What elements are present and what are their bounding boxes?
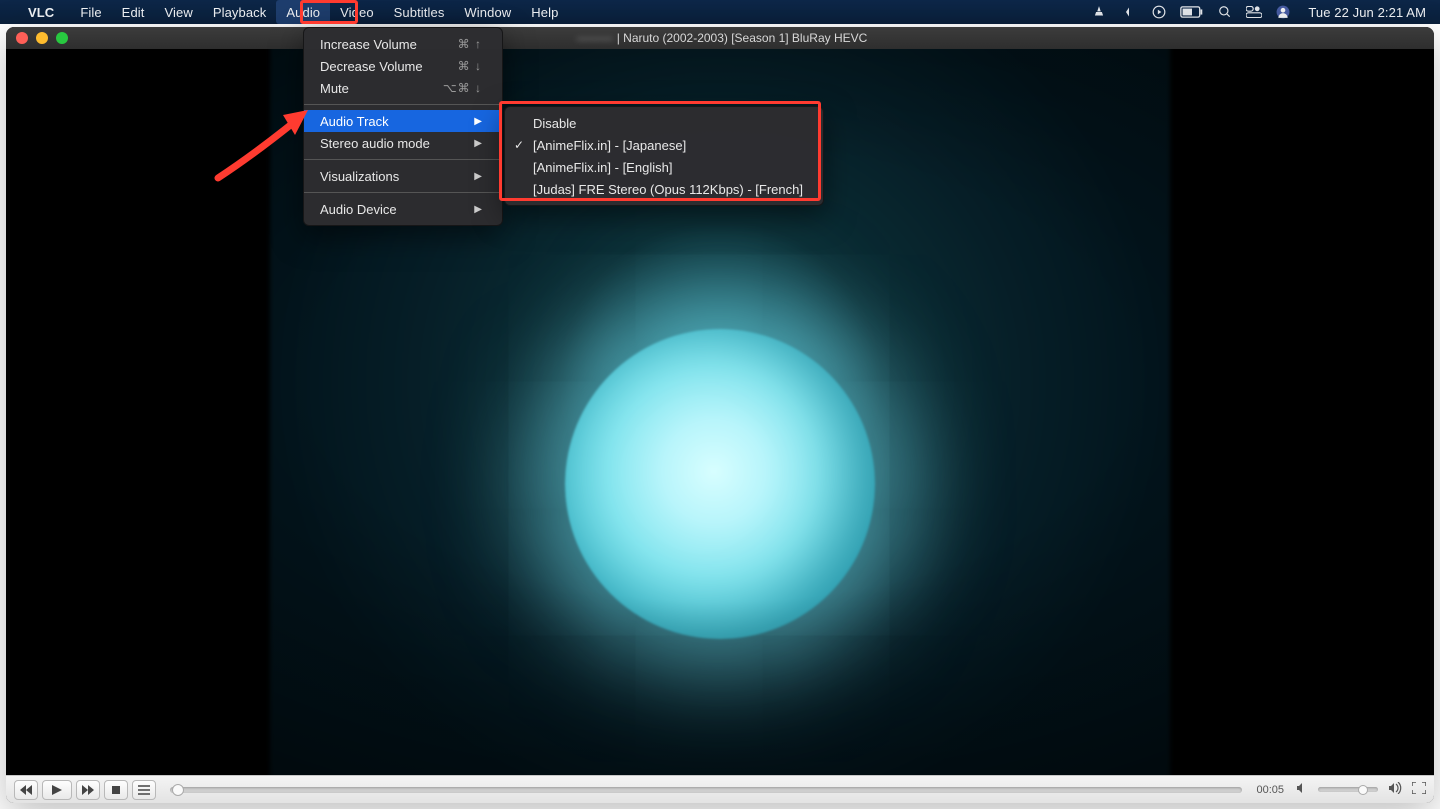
menu-view[interactable]: View	[154, 0, 202, 24]
stop-button[interactable]	[104, 780, 128, 800]
menu-audio[interactable]: Audio	[276, 0, 330, 24]
chevron-right-icon: ▶	[474, 171, 482, 182]
menu-item-increase-volume[interactable]: Increase Volume⌘ ↑	[304, 33, 502, 55]
playlist-button[interactable]	[132, 780, 156, 800]
app-name[interactable]: VLC	[28, 5, 54, 20]
track-option-japanese[interactable]: ✓ [AnimeFlix.in] - [Japanese]	[505, 134, 823, 156]
checkmark-icon: ✓	[514, 138, 524, 152]
battery-icon[interactable]	[1180, 6, 1204, 18]
menu-item-decrease-volume[interactable]: Decrease Volume⌘ ↓	[304, 55, 502, 77]
window-zoom-button[interactable]	[56, 32, 68, 44]
menu-item-stereo-mode[interactable]: Stereo audio mode▶	[304, 132, 502, 154]
user-status-icon[interactable]	[1276, 5, 1290, 19]
seek-knob[interactable]	[172, 784, 184, 796]
fullscreen-button[interactable]	[1412, 782, 1426, 797]
menubar-clock[interactable]: Tue 22 Jun 2:21 AM	[1308, 5, 1426, 20]
video-pillarbox	[1368, 49, 1434, 775]
volume-knob[interactable]	[1358, 785, 1368, 795]
menu-subtitles[interactable]: Subtitles	[384, 0, 455, 24]
status-icon[interactable]	[1120, 6, 1138, 18]
track-option-disable[interactable]: Disable	[505, 112, 823, 134]
window-title: ———| Naruto (2002-2003) [Season 1] BluRa…	[6, 31, 1434, 45]
chevron-right-icon: ▶	[474, 138, 482, 149]
menu-video[interactable]: Video	[330, 0, 384, 24]
volume-high-icon[interactable]	[1388, 782, 1402, 797]
menu-help[interactable]: Help	[521, 0, 568, 24]
menu-item-audio-track[interactable]: Audio Track▶	[304, 110, 502, 132]
chevron-right-icon: ▶	[474, 204, 482, 215]
audio-dropdown-menu: Increase Volume⌘ ↑ Decrease Volume⌘ ↓ Mu…	[303, 27, 503, 226]
menu-window[interactable]: Window	[454, 0, 521, 24]
menu-playback[interactable]: Playback	[203, 0, 277, 24]
macos-menubar: VLC File Edit View Playback Audio Video …	[0, 0, 1440, 24]
menu-item-audio-device[interactable]: Audio Device▶	[304, 198, 502, 220]
seek-slider[interactable]	[170, 787, 1242, 793]
vlc-status-icon[interactable]	[1092, 5, 1106, 19]
window-minimize-button[interactable]	[36, 32, 48, 44]
menu-item-mute[interactable]: Mute⌥⌘ ↓	[304, 77, 502, 99]
now-playing-icon[interactable]	[1152, 5, 1166, 19]
fast-forward-button[interactable]	[76, 780, 100, 800]
video-pillarbox	[6, 49, 72, 775]
play-pause-button[interactable]	[42, 780, 72, 800]
chevron-right-icon: ▶	[474, 116, 482, 127]
spotlight-icon[interactable]	[1218, 5, 1232, 19]
menu-item-visualizations[interactable]: Visualizations▶	[304, 165, 502, 187]
volume-slider[interactable]	[1318, 787, 1378, 792]
menu-edit[interactable]: Edit	[112, 0, 155, 24]
audio-track-submenu: Disable ✓ [AnimeFlix.in] - [Japanese] [A…	[504, 106, 824, 206]
menu-file[interactable]: File	[70, 0, 111, 24]
track-option-english[interactable]: [AnimeFlix.in] - [English]	[505, 156, 823, 178]
control-center-icon[interactable]	[1246, 6, 1262, 18]
window-close-button[interactable]	[16, 32, 28, 44]
rewind-button[interactable]	[14, 780, 38, 800]
time-elapsed: 00:05	[1256, 784, 1284, 796]
player-controls: 00:05	[6, 775, 1434, 803]
volume-low-icon[interactable]	[1296, 782, 1308, 797]
track-option-french[interactable]: [Judas] FRE Stereo (Opus 112Kbps) - [Fre…	[505, 178, 823, 200]
window-titlebar[interactable]: ———| Naruto (2002-2003) [Season 1] BluRa…	[6, 27, 1434, 49]
